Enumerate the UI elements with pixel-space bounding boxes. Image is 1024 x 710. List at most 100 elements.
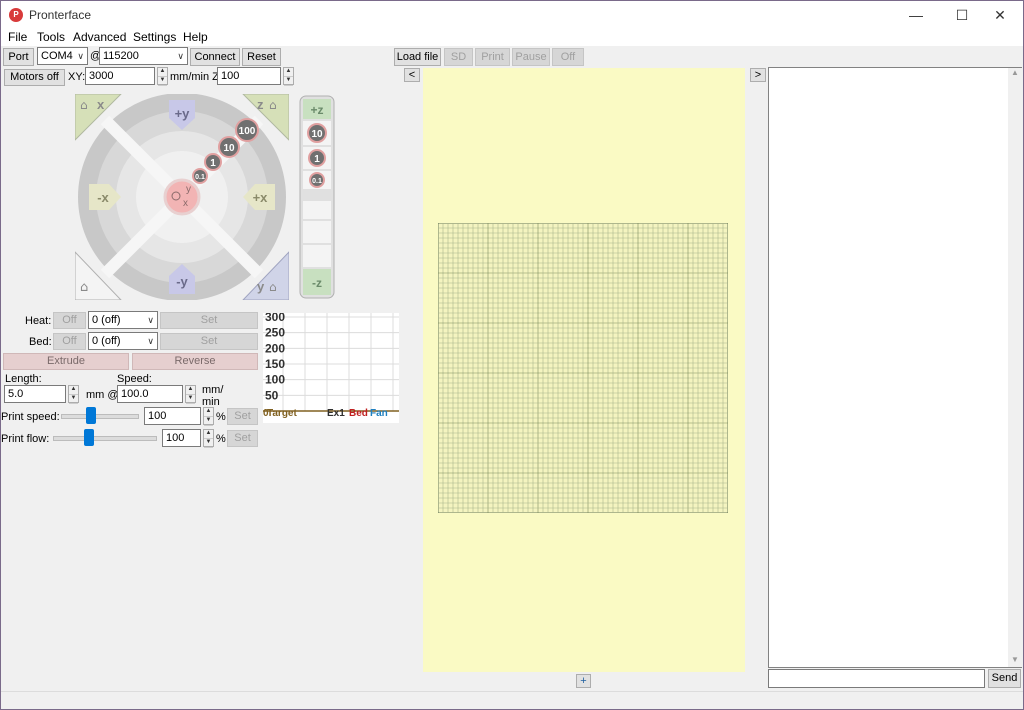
- step-100-label: 100: [239, 126, 256, 137]
- close-button[interactable]: ✕: [977, 1, 1023, 29]
- minimize-button[interactable]: —: [893, 1, 939, 29]
- heat-off-button[interactable]: Off: [53, 312, 86, 329]
- spin-down-icon: ▼: [204, 439, 213, 448]
- center-button[interactable]: [163, 178, 201, 216]
- scroll-down-icon[interactable]: ▼: [1008, 655, 1022, 667]
- spin-up-icon: ▲: [158, 68, 167, 77]
- console-command-input[interactable]: [768, 669, 985, 688]
- print-flow-track[interactable]: [53, 436, 157, 441]
- add-object-button[interactable]: +: [576, 674, 591, 688]
- extrude-speed-spinner[interactable]: ▲ ▼: [185, 385, 196, 404]
- scroll-up-icon[interactable]: ▲: [1008, 68, 1022, 80]
- z-jog-control[interactable]: +z 10 1 0.1 -z: [299, 95, 335, 299]
- y-tick-label: 100: [265, 373, 285, 387]
- menu-help[interactable]: Help: [183, 30, 208, 44]
- port-select[interactable]: COM4 ∨: [37, 47, 88, 65]
- extrude-speed-input[interactable]: 100.0: [117, 385, 183, 403]
- send-button[interactable]: Send: [988, 669, 1021, 688]
- length-input[interactable]: 5.0: [4, 385, 66, 403]
- print-speed-set-button[interactable]: Set: [227, 408, 258, 425]
- center-x-label: x: [183, 198, 188, 209]
- extrude-button[interactable]: Extrude: [3, 353, 129, 370]
- spin-down-icon: ▼: [284, 77, 293, 86]
- pronterface-icon: P: [9, 8, 23, 22]
- reverse-button[interactable]: Reverse: [132, 353, 258, 370]
- baud-select[interactable]: 115200 ∨: [99, 47, 188, 65]
- print-flow-input[interactable]: 100: [162, 429, 201, 447]
- menu-advanced[interactable]: Advanced: [73, 30, 126, 44]
- baud-select-value: 115200: [103, 50, 139, 62]
- motors-off-button[interactable]: Motors off: [4, 69, 65, 86]
- home-x-label: x: [97, 97, 105, 112]
- xy-feedrate-input[interactable]: 3000: [85, 67, 155, 85]
- mm-label: mm/: [202, 384, 224, 396]
- print-flow-set-button[interactable]: Set: [227, 430, 258, 447]
- spin-down-icon: ▼: [158, 77, 167, 86]
- minus-y-label: -y: [176, 274, 188, 289]
- load-file-button[interactable]: Load file: [394, 48, 441, 66]
- bed-temp-select[interactable]: 0 (off) ∨: [88, 332, 158, 350]
- spin-up-icon: ▲: [69, 386, 78, 395]
- bed-off-button[interactable]: Off: [53, 333, 86, 350]
- y-tick-label: 300: [265, 313, 285, 324]
- print-flow-pct: %: [216, 433, 226, 445]
- plus-x-label: +x: [253, 190, 269, 205]
- menu-settings[interactable]: Settings: [133, 30, 176, 44]
- home-y-label: y: [257, 279, 265, 294]
- menu-file[interactable]: File: [8, 30, 27, 44]
- off-button[interactable]: Off: [552, 48, 584, 66]
- home-icon: ⌂: [80, 280, 88, 295]
- window-title: Pronterface: [29, 8, 92, 22]
- reset-button[interactable]: Reset: [242, 48, 281, 66]
- build-plate-grid[interactable]: [438, 223, 728, 513]
- xy-jog-control[interactable]: ⌂ x z ⌂ ⌂ y ⌂ +y -y -x +x 100 10 1 0.1 y…: [75, 94, 289, 300]
- pause-button[interactable]: Pause: [512, 48, 550, 66]
- print-button[interactable]: Print: [475, 48, 510, 66]
- bed-set-button[interactable]: Set: [160, 333, 258, 350]
- z-minus-step-zone[interactable]: [303, 221, 331, 243]
- home-icon: ⌂: [269, 98, 277, 112]
- length-label: Length:: [5, 373, 42, 385]
- print-speed-spinner[interactable]: ▲ ▼: [203, 407, 214, 426]
- print-speed-track[interactable]: [61, 414, 139, 419]
- home-z-label: z: [257, 97, 264, 112]
- menu-tools[interactable]: Tools: [37, 30, 65, 44]
- print-flow-slider-thumb[interactable]: [83, 429, 94, 446]
- collapse-right-button[interactable]: >: [750, 68, 766, 82]
- step-0-1-label: 0.1: [195, 174, 205, 181]
- port-button[interactable]: Port: [3, 48, 34, 66]
- spin-down-icon: ▼: [69, 395, 78, 404]
- z-feedrate-input[interactable]: 100: [217, 67, 281, 85]
- home-icon: ⌂: [269, 280, 277, 294]
- step-10-label: 10: [223, 143, 235, 154]
- sd-button[interactable]: SD: [444, 48, 473, 66]
- print-flow-spinner[interactable]: ▲ ▼: [203, 429, 214, 448]
- console-scrollbar[interactable]: ▲ ▼: [1008, 68, 1022, 667]
- length-spinner[interactable]: ▲ ▼: [68, 385, 79, 404]
- collapse-left-button[interactable]: <: [404, 68, 420, 82]
- xy-label: XY:: [68, 71, 86, 83]
- xy-feedrate-spinner[interactable]: ▲ ▼: [157, 67, 168, 86]
- heat-temp-select[interactable]: 0 (off) ∨: [88, 311, 158, 329]
- step-1-label: 1: [210, 158, 216, 169]
- plus-z-label: +z: [310, 103, 323, 117]
- spin-down-icon: ▼: [186, 395, 195, 404]
- spin-up-icon: ▲: [284, 68, 293, 77]
- chevron-down-icon: ∨: [77, 51, 84, 61]
- y-tick-label: 150: [265, 357, 285, 371]
- z-minus-step-zone[interactable]: [303, 201, 331, 219]
- legend-fan: Fan: [370, 408, 388, 419]
- z-minus-step-zone[interactable]: [303, 245, 331, 267]
- z-step-1-label: 1: [314, 154, 320, 165]
- console-log[interactable]: [768, 67, 1022, 668]
- heat-set-button[interactable]: Set: [160, 312, 258, 329]
- spin-up-icon: ▲: [204, 430, 213, 439]
- print-speed-slider-thumb[interactable]: [86, 407, 97, 424]
- print-speed-input[interactable]: 100: [144, 407, 201, 425]
- connect-button[interactable]: Connect: [190, 48, 240, 66]
- status-bar: [1, 691, 1023, 709]
- title-bar: P Pronterface — ☐ ✕: [1, 1, 1023, 29]
- z-feedrate-spinner[interactable]: ▲ ▼: [283, 67, 294, 86]
- spin-up-icon: ▲: [204, 408, 213, 417]
- y-tick-label: 50: [265, 388, 279, 402]
